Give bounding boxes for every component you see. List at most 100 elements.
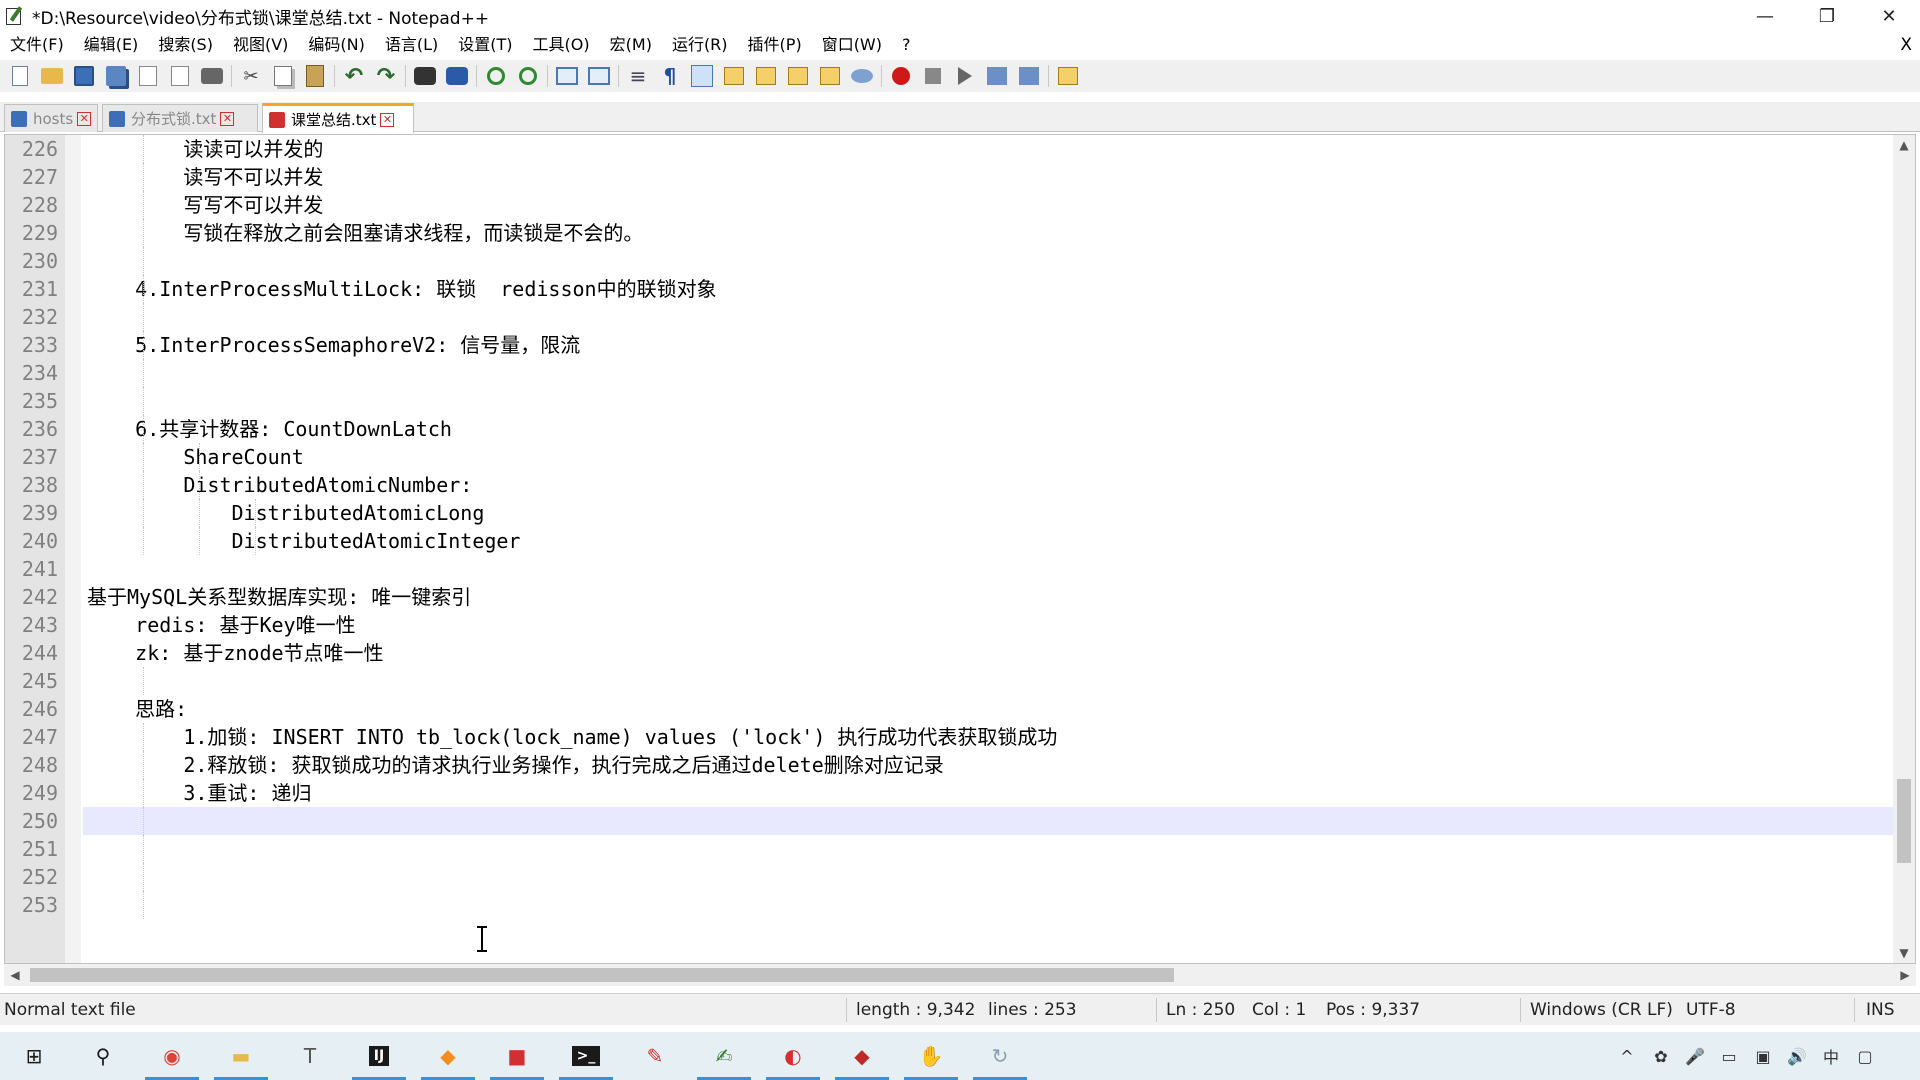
menu-edit[interactable]: 编辑(E) <box>74 32 149 58</box>
scroll-right-icon[interactable]: ▶ <box>1894 964 1916 986</box>
current-line[interactable] <box>83 807 1893 835</box>
close-window-button[interactable]: ✕ <box>1858 0 1920 32</box>
battery-icon[interactable]: ▭ <box>1712 1032 1746 1080</box>
app-yellow-icon[interactable]: ✋ <box>900 1032 962 1080</box>
folder-workspace-icon[interactable] <box>816 62 844 90</box>
code-line[interactable]: 写锁在释放之前会阻塞请求线程，而读锁是不会的。 <box>83 219 1893 247</box>
code-line[interactable]: 6.共享计数器: CountDownLatch <box>83 415 1893 443</box>
code-line[interactable]: 读写不可以并发 <box>83 163 1893 191</box>
menu-tools[interactable]: 工具(O) <box>523 32 600 58</box>
cut-icon[interactable]: ✂ <box>237 62 265 90</box>
code-line[interactable] <box>83 247 1893 275</box>
horizontal-scrollbar[interactable]: ◀ ▶ <box>4 964 1916 986</box>
code-line[interactable] <box>83 387 1893 415</box>
word-wrap-icon[interactable]: ≡ <box>624 62 652 90</box>
function-list-icon[interactable] <box>784 62 812 90</box>
code-line[interactable] <box>83 667 1893 695</box>
code-line[interactable]: ShareCount <box>83 443 1893 471</box>
code-line[interactable]: 写写不可以并发 <box>83 191 1893 219</box>
start-icon[interactable]: ⊞ <box>3 1032 65 1080</box>
code-line[interactable] <box>83 555 1893 583</box>
open-file-icon[interactable] <box>38 62 66 90</box>
tab-close-icon[interactable]: ✕ <box>220 111 235 126</box>
menu-encoding[interactable]: 编码(N) <box>298 32 374 58</box>
code-line[interactable]: 基于MySQL关系型数据库实现: 唯一键索引 <box>83 583 1893 611</box>
code-line[interactable] <box>83 835 1893 863</box>
show-all-chars-icon[interactable]: ¶ <box>656 62 684 90</box>
paste-icon[interactable] <box>301 62 329 90</box>
redis-icon[interactable]: ◆ <box>831 1032 893 1080</box>
play-macro-icon[interactable] <box>951 62 979 90</box>
code-line[interactable]: 1.加锁: INSERT INTO tb_lock(lock_name) val… <box>83 723 1893 751</box>
stop-recording-icon[interactable] <box>919 62 947 90</box>
redo-icon[interactable]: ↷ <box>372 62 400 90</box>
close-document-button[interactable]: X <box>1900 32 1912 58</box>
code-line[interactable]: 5.InterProcessSemaphoreV2: 信号量，限流 <box>83 331 1893 359</box>
copy-icon[interactable] <box>269 62 297 90</box>
chrome-icon[interactable]: ◉ <box>141 1032 203 1080</box>
zoom-in-icon[interactable] <box>482 62 510 90</box>
record-macro-icon[interactable] <box>887 62 915 90</box>
user-language-icon[interactable] <box>720 62 748 90</box>
code-line[interactable]: 3.重试: 递归 <box>83 779 1893 807</box>
horizontal-scroll-thumb[interactable] <box>30 968 1174 982</box>
fold-margin[interactable] <box>65 135 81 963</box>
code-line[interactable]: 4.InterProcessMultiLock: 联锁 redisson中的联锁… <box>83 275 1893 303</box>
microphone-icon[interactable]: 🎤 <box>1678 1032 1712 1080</box>
plugin-icon[interactable] <box>1054 62 1082 90</box>
code-line[interactable] <box>83 359 1893 387</box>
menu-run[interactable]: 运行(R) <box>662 32 738 58</box>
run-macro-multiple-icon[interactable] <box>983 62 1011 90</box>
sync-horizontal-icon[interactable] <box>585 62 613 90</box>
maximize-button[interactable]: ❐ <box>1796 0 1858 32</box>
close-icon[interactable] <box>134 62 162 90</box>
code-line[interactable]: DistributedAtomicNumber: <box>83 471 1893 499</box>
notification-icon[interactable]: ▢ <box>1848 1032 1882 1080</box>
intellij-icon[interactable]: IJ <box>348 1032 410 1080</box>
menu-language[interactable]: 语言(L) <box>375 32 448 58</box>
zoom-out-icon[interactable] <box>514 62 542 90</box>
code-line[interactable]: DistributedAtomicInteger <box>83 527 1893 555</box>
minimize-button[interactable]: — <box>1734 0 1796 32</box>
menu-file[interactable]: 文件(F) <box>0 32 74 58</box>
vertical-scroll-thumb[interactable] <box>1897 779 1911 863</box>
tab-close-icon[interactable]: ✕ <box>380 112 395 127</box>
indent-guide-icon[interactable] <box>688 62 716 90</box>
redis-desktop-icon[interactable]: ◐ <box>762 1032 824 1080</box>
code-line[interactable]: 2.释放锁: 获取锁成功的请求执行业务操作，执行完成之后通过delete删除对应… <box>83 751 1893 779</box>
volume-icon[interactable]: 🔊 <box>1780 1032 1814 1080</box>
code-line[interactable] <box>83 891 1893 919</box>
save-all-icon[interactable] <box>102 62 130 90</box>
search-icon[interactable]: ⚲ <box>72 1032 134 1080</box>
new-file-icon[interactable] <box>6 62 34 90</box>
monitoring-icon[interactable] <box>848 62 876 90</box>
replace-icon[interactable] <box>443 62 471 90</box>
undo-icon[interactable]: ↶ <box>340 62 368 90</box>
tab-distributed-lock[interactable]: 分布式锁.txt ✕ <box>102 104 258 132</box>
menu-plugins[interactable]: 插件(P) <box>738 32 812 58</box>
menu-settings[interactable]: 设置(T) <box>448 32 522 58</box>
code-line[interactable] <box>83 863 1893 891</box>
code-line[interactable]: 思路: <box>83 695 1893 723</box>
app-tray-icon[interactable]: ✿ <box>1644 1032 1678 1080</box>
typora-icon[interactable]: T <box>279 1032 341 1080</box>
tab-close-icon[interactable]: ✕ <box>77 111 92 126</box>
scroll-down-icon[interactable]: ▼ <box>1893 943 1915 963</box>
notepadpp-icon[interactable]: ✍ <box>693 1032 755 1080</box>
terminal-icon[interactable]: >_ <box>555 1032 617 1080</box>
code-line[interactable] <box>83 303 1893 331</box>
menu-macro[interactable]: 宏(M) <box>600 32 662 58</box>
scroll-left-icon[interactable]: ◀ <box>4 964 26 986</box>
text-area[interactable]: 读读可以并发的 读写不可以并发 写写不可以并发 写锁在释放之前会阻塞请求线程，而… <box>83 135 1893 963</box>
pen-icon[interactable]: ✎ <box>624 1032 686 1080</box>
menu-help[interactable]: ? <box>892 32 921 58</box>
vertical-scrollbar[interactable]: ▲ ▼ <box>1893 135 1915 963</box>
text-editor[interactable]: 226 227 228 229 230 231 232 233 234 235 236 237 238 2… <box>4 134 1916 964</box>
code-line[interactable]: redis: 基于Key唯一性 <box>83 611 1893 639</box>
tab-hosts[interactable]: hosts ✕ <box>4 104 98 132</box>
menu-window[interactable]: 窗口(W) <box>812 32 892 58</box>
find-icon[interactable] <box>411 62 439 90</box>
save-macro-icon[interactable] <box>1015 62 1043 90</box>
ime-icon[interactable]: 中 <box>1814 1032 1848 1080</box>
sync-vertical-icon[interactable] <box>553 62 581 90</box>
